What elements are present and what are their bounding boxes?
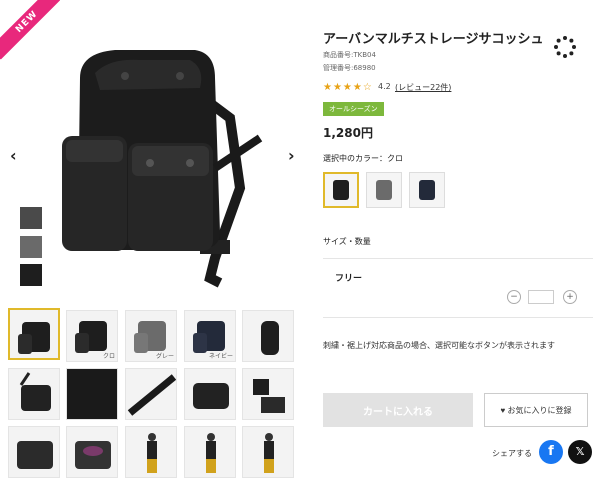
product-info: アーバンマルチストレージサコッシュ 商品番号:TKB04 管理番号:68980 … bbox=[318, 0, 600, 488]
thumbnail-label: ネイビー bbox=[208, 353, 233, 360]
thumbnail-model-2[interactable] bbox=[184, 426, 236, 478]
thumbnail-detail-1[interactable] bbox=[8, 368, 60, 420]
management-number: 管理番号:68980 bbox=[323, 64, 376, 72]
quantity-input[interactable] bbox=[528, 290, 554, 304]
add-to-cart-button[interactable]: カートに入れる bbox=[323, 393, 473, 427]
color-swatch-charcoal[interactable] bbox=[20, 236, 42, 258]
size-section-label: サイズ・数量 bbox=[323, 237, 371, 246]
color-option-black[interactable] bbox=[323, 172, 359, 208]
thumbnail-side[interactable] bbox=[242, 310, 294, 362]
thumbnail-detail-4[interactable] bbox=[242, 368, 294, 420]
item-number: 商品番号:TKB04 bbox=[323, 51, 376, 59]
size-name: フリー bbox=[335, 274, 363, 284]
color-option-navy[interactable] bbox=[409, 172, 445, 208]
thumbnail-detail-3[interactable] bbox=[184, 368, 236, 420]
thumbnail-kuro[interactable]: クロ bbox=[66, 310, 118, 362]
x-icon[interactable]: 𝕏 bbox=[568, 440, 592, 464]
facebook-icon[interactable]: f bbox=[539, 440, 563, 464]
product-title: アーバンマルチストレージサコッシュ bbox=[323, 32, 544, 47]
color-swatch-gray[interactable] bbox=[20, 207, 42, 229]
product-gallery: NEW ‹ › クロ グレー ネイビー bbox=[0, 0, 305, 488]
thumbnail-label: クロ bbox=[102, 353, 115, 360]
quantity-increase-button[interactable]: + bbox=[563, 290, 577, 304]
customization-note: 刺繍・裾上げ対応商品の場合、選択可能なボタンが表示されます bbox=[323, 341, 555, 350]
rating-stars-icon: ★★★★☆ bbox=[323, 82, 373, 93]
size-option-row: フリー − + bbox=[323, 258, 593, 318]
share-label: シェアする bbox=[492, 449, 532, 458]
thumbnail-open-1[interactable] bbox=[8, 426, 60, 478]
review-link[interactable]: (レビュー22件) bbox=[395, 82, 451, 93]
next-arrow-icon[interactable]: › bbox=[288, 146, 295, 165]
thumbnail-open-2[interactable] bbox=[66, 426, 118, 478]
thumbnail-navy[interactable]: ネイビー bbox=[184, 310, 236, 362]
thumbnail-detail-2[interactable] bbox=[66, 368, 118, 420]
color-option-gray[interactable] bbox=[366, 172, 402, 208]
thumbnail-model-3[interactable] bbox=[242, 426, 294, 478]
main-product-image bbox=[62, 50, 263, 288]
thumbnail-model-1[interactable] bbox=[125, 426, 177, 478]
add-to-favorites-button[interactable]: ♥ お気に入りに登録 bbox=[484, 393, 588, 427]
season-badge: オールシーズン bbox=[323, 102, 384, 116]
loading-spinner-icon bbox=[554, 36, 576, 58]
quantity-decrease-button[interactable]: − bbox=[507, 290, 521, 304]
thumbnail-strap[interactable] bbox=[125, 368, 177, 420]
selected-color-label: 選択中のカラー：クロ bbox=[323, 154, 403, 163]
rating-value: 4.2 bbox=[378, 82, 391, 91]
thumbnail-black[interactable] bbox=[8, 308, 60, 360]
thumbnail-label: グレー bbox=[155, 353, 174, 360]
prev-arrow-icon[interactable]: ‹ bbox=[10, 146, 17, 165]
price: 1,280円 bbox=[323, 126, 373, 140]
color-swatch-black[interactable] bbox=[20, 264, 42, 286]
thumbnail-gray[interactable]: グレー bbox=[125, 310, 177, 362]
